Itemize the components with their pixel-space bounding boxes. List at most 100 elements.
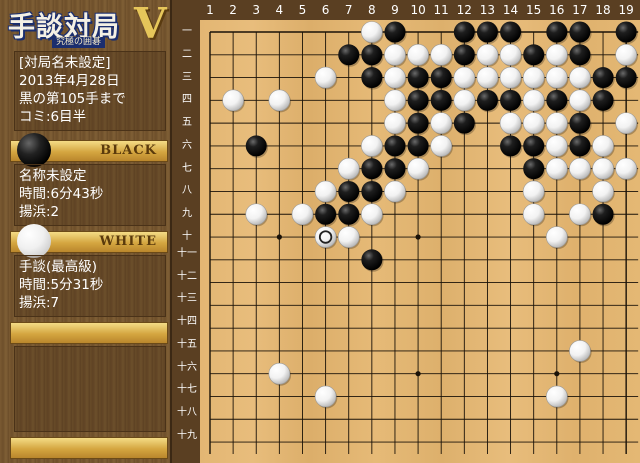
white-stone	[476, 66, 499, 89]
black-stone	[523, 44, 545, 66]
white-stone	[314, 180, 337, 203]
black-stone	[384, 135, 406, 157]
white-stone	[453, 66, 476, 89]
white-stone	[268, 89, 291, 112]
black-stone	[430, 89, 452, 111]
white-stone	[268, 362, 291, 385]
white-stone	[569, 66, 591, 89]
white-stone	[337, 157, 360, 180]
black-stone	[592, 89, 614, 111]
white-stone	[384, 180, 406, 203]
white-stone	[291, 203, 314, 226]
black-stone	[407, 67, 429, 89]
black-stone	[338, 203, 360, 225]
black-stone	[615, 67, 637, 89]
black-stone	[245, 135, 267, 157]
black-stone	[500, 21, 522, 43]
white-stone	[361, 21, 383, 43]
star-point	[554, 371, 560, 377]
black-stone	[315, 203, 337, 225]
black-stone	[569, 44, 591, 66]
black-stone	[453, 112, 475, 134]
white-stone	[522, 66, 545, 89]
white-stone	[592, 135, 614, 157]
black-stone	[546, 21, 568, 43]
white-stone	[499, 112, 522, 134]
white-stone	[384, 89, 406, 112]
black-stone	[569, 135, 591, 157]
white-stone	[314, 385, 337, 408]
white-stone	[615, 43, 637, 66]
white-stone	[453, 89, 476, 112]
white-stone	[384, 66, 406, 89]
white-stone	[430, 43, 453, 66]
black-stone	[361, 180, 383, 202]
white-stone	[407, 157, 429, 180]
black-stone	[592, 203, 614, 225]
white-stone	[522, 203, 545, 226]
black-stone	[615, 21, 637, 43]
white-stone	[222, 89, 244, 112]
white-stone	[592, 180, 614, 203]
black-stone	[569, 112, 591, 134]
white-stone	[569, 340, 591, 362]
black-stone	[338, 44, 360, 66]
white-stone	[545, 226, 568, 248]
white-stone	[361, 203, 383, 226]
white-stone	[361, 135, 383, 157]
white-stone	[545, 157, 568, 180]
black-stone	[430, 67, 452, 89]
white-stone	[499, 66, 522, 89]
white-stone	[314, 66, 337, 89]
white-stone	[314, 226, 337, 248]
black-stone	[569, 21, 591, 43]
black-stone	[546, 89, 568, 111]
black-stone	[500, 135, 522, 157]
black-stone	[523, 135, 545, 157]
star-point	[415, 234, 421, 240]
white-stone	[569, 89, 591, 112]
star-point	[276, 234, 282, 240]
white-stone	[545, 112, 568, 134]
white-stone	[522, 89, 545, 112]
star-point	[415, 371, 421, 377]
black-stone	[407, 89, 429, 111]
black-stone	[384, 158, 406, 180]
white-stone	[476, 43, 499, 66]
white-stone	[384, 43, 406, 66]
white-stone	[545, 385, 568, 408]
white-stone	[545, 43, 568, 66]
black-stone	[361, 44, 383, 66]
black-stone	[361, 158, 383, 180]
black-stone	[500, 89, 522, 111]
white-stone	[522, 112, 545, 134]
white-stone	[522, 180, 545, 203]
black-stone	[384, 21, 406, 43]
white-stone	[245, 203, 268, 226]
white-stone	[545, 66, 568, 89]
white-stone	[569, 157, 591, 180]
white-stone	[384, 112, 406, 134]
white-stone	[337, 226, 360, 248]
black-stone	[407, 135, 429, 157]
white-stone	[430, 112, 453, 134]
white-stone	[592, 157, 614, 180]
black-stone	[453, 44, 475, 66]
black-stone	[523, 158, 545, 180]
black-stone	[361, 67, 383, 89]
black-stone	[361, 249, 383, 271]
white-stone	[407, 43, 429, 66]
white-stone	[430, 135, 453, 157]
white-stone	[569, 203, 591, 226]
white-stone	[545, 135, 568, 157]
white-stone	[615, 157, 637, 180]
white-stone	[615, 112, 637, 134]
black-stone	[476, 89, 498, 111]
white-stone	[499, 43, 522, 66]
black-stone	[407, 112, 429, 134]
black-stone	[453, 21, 475, 43]
board-grid-and-stones[interactable]	[0, 0, 640, 463]
black-stone	[476, 21, 498, 43]
black-stone	[338, 180, 360, 202]
black-stone	[592, 67, 614, 89]
